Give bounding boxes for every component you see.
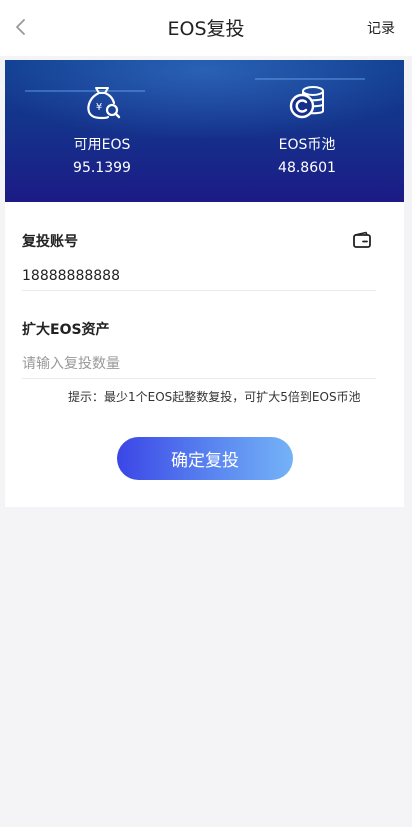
available-eos-value: 95.1399 bbox=[73, 160, 131, 176]
available-eos-label: 可用EOS bbox=[73, 137, 131, 153]
hint-text: 提示：最少1个EOS起整数复投，可扩大5倍到EOS币池 bbox=[68, 390, 361, 404]
svg-text:¥: ¥ bbox=[96, 102, 102, 113]
eos-pool-label: EOS币池 bbox=[278, 137, 336, 153]
amount-label: 扩大EOS资产 bbox=[22, 322, 110, 338]
records-link[interactable]: 记录 bbox=[367, 18, 395, 38]
available-eos-stat: ¥ 可用EOS 95.1399 bbox=[22, 82, 182, 176]
wallet-icon[interactable] bbox=[352, 231, 372, 249]
confirm-reinvest-button[interactable]: 确定复投 bbox=[117, 437, 293, 480]
top-nav-bar: EOS复投 记录 bbox=[0, 0, 412, 56]
eos-pool-value: 48.8601 bbox=[278, 160, 336, 176]
banner-light-streak bbox=[255, 78, 365, 80]
money-bag-search-icon: ¥ bbox=[87, 87, 121, 120]
eos-pool-stat: EOS币池 48.8601 bbox=[227, 82, 387, 176]
balance-banner: ¥ 可用EOS 95.1399 EOS币池 48.8601 bbox=[5, 60, 404, 202]
page-title: EOS复投 bbox=[167, 18, 245, 40]
account-input[interactable] bbox=[22, 262, 376, 291]
reinvest-card: ¥ 可用EOS 95.1399 EOS币池 48.8601 复投账号 18888… bbox=[5, 60, 404, 507]
account-label: 复投账号 bbox=[22, 234, 78, 250]
coin-stack-icon bbox=[289, 86, 324, 119]
amount-input[interactable] bbox=[22, 350, 376, 379]
